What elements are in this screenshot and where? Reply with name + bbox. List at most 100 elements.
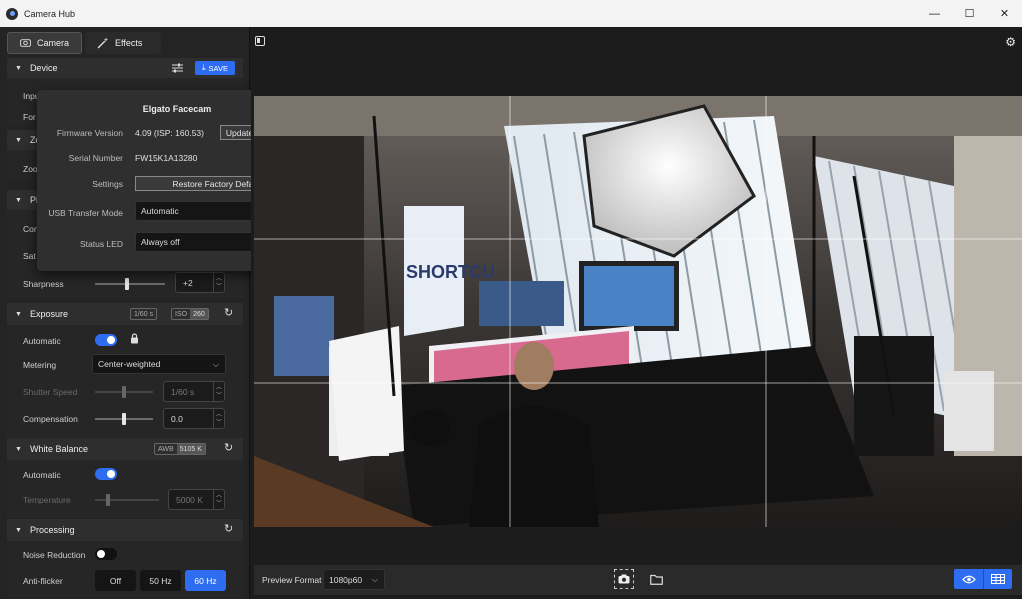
metering-dropdown[interactable]: Center-weighted ⌵ [92,354,226,374]
chevron-down-icon: ▼ [15,310,22,318]
folder-icon[interactable] [650,574,663,585]
sharpness-slider[interactable] [95,278,165,290]
save-label: SAVE [208,63,228,73]
metering-label: Metering [23,360,57,370]
white-balance-section-body: Automatic Temperature 5000 K ︿ ﹀ [7,460,243,518]
reset-icon[interactable]: ↻ [224,522,233,535]
grid-icon [991,574,1005,584]
minimize-button[interactable]: — [917,0,952,27]
chevron-down-icon: ⌵ [371,575,378,584]
sharpness-stepper[interactable]: ︿ ﹀ [213,273,224,292]
shutter-speed-stepper[interactable]: ︿ ﹀ [213,382,224,401]
device-section-header[interactable]: ▼ Device ⤓ SAVE [7,58,243,78]
saturation-row-label: Sat [23,251,36,261]
wb-automatic-toggle[interactable] [95,468,117,480]
snapshot-button[interactable] [614,569,634,589]
temperature-slider[interactable] [95,494,159,506]
tab-effects-label: Effects [115,38,143,48]
compensation-value: 0.0 [171,413,183,424]
white-balance-header-label: White Balance [29,444,88,454]
gear-icon[interactable]: ⚙ [1005,35,1016,49]
camera-icon [20,39,31,47]
zoom-row-label: Zoo [23,164,38,174]
compensation-slider[interactable] [95,413,153,425]
sharpness-input[interactable]: +2 ︿ ﹀ [175,272,225,293]
anti-flicker-off-button[interactable]: Off [95,570,136,591]
grid-button[interactable] [983,569,1012,589]
slider-thumb[interactable] [105,494,110,506]
tab-effects[interactable]: Effects [85,32,161,54]
compensation-label: Compensation [23,414,78,424]
compensation-stepper[interactable]: ︿ ﹀ [213,409,224,428]
settings-sidebar: Camera Effects ▼ Device ⤓ SAVE Inpu For … [0,27,317,599]
reset-icon[interactable]: ↻ [224,306,233,319]
compensation-input[interactable]: 0.0 ︿ ﹀ [163,408,225,429]
preview-toolbar: Preview Format 1080p60 ⌵ [254,565,1022,595]
awb-badge: AWB 5105 K [154,443,206,455]
serial-number-value: FW15K1A13280 [135,153,198,163]
close-button[interactable]: ✕ [987,0,1022,27]
wb-automatic-label: Automatic [23,470,61,480]
awb-badge-label: AWB [158,445,174,453]
iso-badge: ISO 260 [171,308,209,320]
monitor-text: SHORTCU [406,262,495,282]
chevron-up-icon[interactable]: ︿ [216,492,222,500]
chevron-down-icon[interactable]: ﹀ [216,419,222,427]
camera-preview-image: SHORTCU [254,96,1022,527]
shutter-speed-value: 1/60 s [171,386,195,397]
camera-preview: SHORTCU [254,96,1022,527]
chevron-up-icon[interactable]: ︿ [216,275,222,283]
anti-flicker-label: Anti-flicker [23,576,63,586]
title-bar: Camera Hub — ☐ ✕ [0,0,1022,27]
firmware-label: Firmware Version [56,128,123,138]
app-logo-icon [6,7,18,20]
download-icon: ⤓ [202,63,206,72]
reset-icon[interactable]: ↻ [224,441,233,454]
preview-format-dropdown[interactable]: 1080p60 ⌵ [323,569,385,590]
preview-format-label: Preview Format [262,575,322,585]
exposure-automatic-label: Automatic [23,336,61,346]
exposure-section-header[interactable]: ▼ Exposure 1/60 s ISO 260 ↻ [7,303,243,325]
shutter-speed-slider[interactable] [95,386,153,398]
magic-wand-icon [97,37,109,49]
chevron-up-icon[interactable]: ︿ [216,411,222,419]
white-balance-section-header[interactable]: ▼ White Balance AWB 5105 K ↻ [7,438,243,460]
eye-button[interactable] [954,569,983,589]
slider-thumb[interactable] [122,413,126,425]
sharpness-label: Sharpness [23,279,64,289]
device-header-label: Device [29,63,58,73]
maximize-button[interactable]: ☐ [952,0,987,27]
format-row-label: For [23,112,36,122]
chevron-down-icon[interactable]: ﹀ [216,392,222,400]
iso-badge-label: ISO [175,310,188,318]
preview-area: ⚙ SHORTCU Preview Format 1080p60 ⌵ [251,27,1022,599]
awb-badge-value: 5105 K [176,444,205,454]
chevron-down-icon[interactable]: ﹀ [216,500,222,508]
firmware-value: 4.09 (ISP: 160.53) [135,128,204,138]
chevron-up-icon[interactable]: ︿ [216,384,222,392]
slider-thumb[interactable] [124,278,129,290]
noise-reduction-toggle[interactable] [95,548,117,560]
anti-flicker-50hz-button[interactable]: 50 Hz [140,570,181,591]
panel-toggle-icon[interactable] [255,36,265,46]
settings-label: Settings [92,179,123,189]
save-button[interactable]: ⤓ SAVE [195,61,235,75]
anti-flicker-60hz-button[interactable]: 60 Hz [185,570,226,591]
tab-camera-label: Camera [36,38,69,48]
shutter-badge-value: 1/60 s [134,310,154,318]
tab-camera[interactable]: Camera [7,32,82,54]
shutter-speed-input[interactable]: 1/60 s ︿ ﹀ [163,381,225,402]
chevron-down-icon[interactable]: ﹀ [216,283,222,291]
status-led-value: Always off [141,237,180,247]
processing-section-header[interactable]: ▼ Processing ↻ [7,519,243,541]
exposure-automatic-toggle[interactable] [95,334,117,346]
eye-icon [961,575,976,583]
filter-settings-icon[interactable] [172,63,183,73]
temperature-value: 5000 K [176,494,203,505]
temperature-stepper[interactable]: ︿ ﹀ [213,490,224,509]
slider-thumb[interactable] [122,386,126,398]
chevron-down-icon: ▼ [15,526,22,534]
temperature-input[interactable]: 5000 K ︿ ﹀ [168,489,225,510]
chevron-down-icon: ▼ [15,445,22,453]
mode-tabs: Camera Effects [7,32,161,54]
